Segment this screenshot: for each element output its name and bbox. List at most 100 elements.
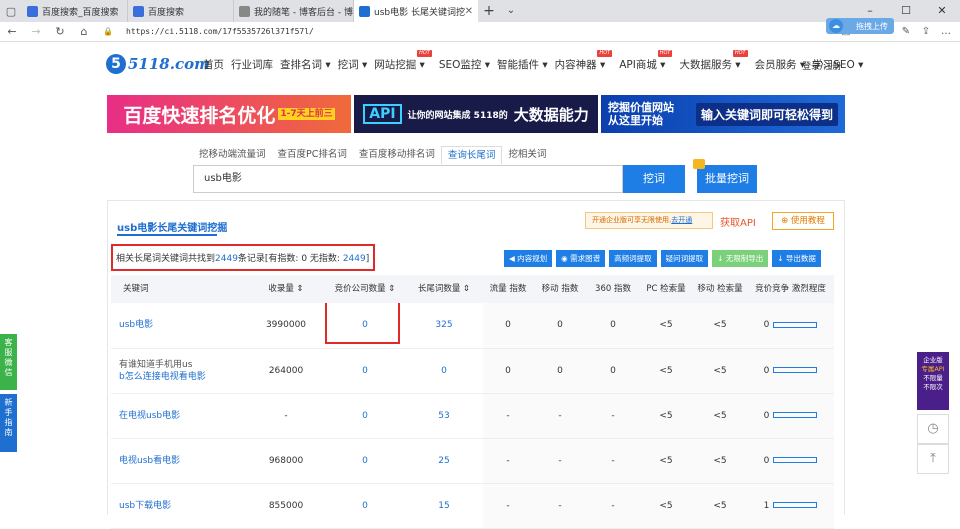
hf-word-button[interactable]: 高频词提取 xyxy=(609,250,657,267)
mob-cell: <5 xyxy=(693,483,747,529)
s360-cell: 0 xyxy=(587,348,639,394)
enterprise-sub-label: 不限量 不限次 xyxy=(923,374,943,391)
bid-cell[interactable]: 0 xyxy=(325,348,405,394)
tab-related[interactable]: 挖相关词 xyxy=(502,146,552,164)
longtail-cell[interactable]: 325 xyxy=(405,303,483,349)
competition-bar xyxy=(773,321,818,328)
history-icon[interactable]: ◷ xyxy=(917,414,949,444)
s360-cell: - xyxy=(587,393,639,439)
col-bid-companies[interactable]: 竞价公司数量 ⇕ xyxy=(325,275,405,303)
col-longtail[interactable]: 长尾词数量 ⇕ xyxy=(405,275,483,303)
browser-tab[interactable]: 百度搜索_百度搜索 xyxy=(22,0,128,22)
col-keyword: 关键词 xyxy=(111,275,247,303)
batch-dig-button[interactable]: 批量挖词 xyxy=(693,159,757,193)
window-menu-icon[interactable]: ▢ xyxy=(0,0,22,22)
longtail-cell[interactable]: 25 xyxy=(405,438,483,484)
pen-icon[interactable]: ✎ xyxy=(896,26,916,37)
demand-graph-button[interactable]: ◉ 需求图谱 xyxy=(556,250,606,267)
bid-cell[interactable]: 0 xyxy=(325,303,405,349)
tab-pc-rank[interactable]: 查百度PC排名词 xyxy=(272,146,353,164)
enterprise-promo: 开通企业版可享无限使用,去开通 xyxy=(585,212,713,229)
competition-bar xyxy=(773,367,818,373)
more-icon[interactable]: … xyxy=(936,26,956,37)
banner-rank[interactable]: 百度快速排名优化 1-7天上前三 xyxy=(107,95,351,133)
menu-item[interactable]: SEO监控 ▾ xyxy=(439,57,490,72)
banner-mining[interactable]: 挖掘价值网站 从这里开始 输入关键词即可轻松得到 xyxy=(601,95,845,133)
banner-api-text: 让你的网站集成 5118的 xyxy=(407,110,508,121)
hot-badge: HOT xyxy=(732,50,748,57)
action-buttons: ◀ 内容规划 ◉ 需求图谱 高频词提取 疑问词提取 ↓ 无限制导出 ↓ 导出数据 xyxy=(504,250,825,267)
menu-item-hot[interactable]: API商城 ▾ HOT xyxy=(619,50,673,72)
card-title-underline xyxy=(117,234,217,236)
content-plan-button[interactable]: ◀ 内容规划 xyxy=(504,250,553,267)
s360-cell: 0 xyxy=(587,303,639,349)
keyword-link[interactable]: usb电影 xyxy=(111,303,247,349)
included-cell: 264000 xyxy=(247,348,325,394)
bid-cell[interactable]: 0 xyxy=(325,438,405,484)
tutorial-button[interactable]: ⊕ 使用教程 xyxy=(772,212,834,230)
included-cell: 855000 xyxy=(247,483,325,529)
competition-value: 0 xyxy=(763,365,770,376)
site-logo[interactable]: 5 5118.com xyxy=(106,54,210,74)
keyword-link[interactable]: 电视usb看电影 xyxy=(111,438,247,484)
banner-api[interactable]: API 让你的网站集成 5118的 大数据能力 xyxy=(354,95,598,133)
mob-cell: <5 xyxy=(693,438,747,484)
menu-item[interactable]: 首页 xyxy=(203,57,224,72)
close-window-icon[interactable]: ✕ xyxy=(924,0,960,22)
tab-mobile-rank[interactable]: 查百度移动排名词 xyxy=(353,146,441,164)
included-cell: - xyxy=(247,393,325,439)
tab-longtail[interactable]: 查询长尾词 xyxy=(440,146,503,164)
beginner-guide-tab[interactable]: 新手指南 xyxy=(0,394,17,452)
pc-cell: <5 xyxy=(639,348,693,394)
menu-item[interactable]: 挖词 ▾ xyxy=(338,57,368,72)
longtail-cell[interactable]: 15 xyxy=(405,483,483,529)
tab-favicon xyxy=(133,5,144,17)
dig-button[interactable]: 挖词 xyxy=(623,165,685,193)
menu-item[interactable]: 查排名词 ▾ xyxy=(280,57,331,72)
url-field[interactable]: https://ci.5118.com/17f5535726l371f57l/ xyxy=(120,24,816,40)
tab-list-icon[interactable]: ⌄ xyxy=(500,0,522,22)
login-link[interactable]: 登录/注册 xyxy=(802,59,841,72)
keyword-link[interactable]: 有谁知道手机用us b怎么连接电视看电影 xyxy=(111,348,247,394)
longtail-cell[interactable]: 53 xyxy=(405,393,483,439)
keyword-link[interactable]: 在电视usb电影 xyxy=(111,393,247,439)
tab-mobile-traffic[interactable]: 挖移动端流量词 xyxy=(193,146,272,164)
unlimited-export-button[interactable]: ↓ 无限制导出 xyxy=(712,250,769,267)
keyword-line1: 有谁知道手机用us xyxy=(119,359,193,370)
share-icon[interactable]: ⇪ xyxy=(916,26,936,37)
hot-badge: HOT xyxy=(597,50,613,57)
customer-wechat-tab[interactable]: 客服微信 xyxy=(0,334,17,390)
browser-tab-active[interactable]: usb电影 长尾关键词挖掘 ✕ xyxy=(354,0,478,22)
browser-tab[interactable]: 百度搜索 xyxy=(128,0,234,22)
get-api-link[interactable]: 获取API xyxy=(720,214,756,229)
menu-item-hot[interactable]: 网站挖掘 ▾ HOT xyxy=(374,50,432,72)
search-icon[interactable]: ⌕ xyxy=(786,58,792,72)
menu-item-hot[interactable]: 内容神器 ▾ HOT xyxy=(555,50,613,72)
back-icon[interactable]: ← xyxy=(0,25,24,38)
keyword-input[interactable]: usb电影 xyxy=(193,165,623,193)
menu-item-hot[interactable]: 大数据服务 ▾ HOT xyxy=(679,50,748,72)
col-included[interactable]: 收录量 ⇕ xyxy=(247,275,325,303)
browser-tab[interactable]: 我的随笔 - 博客后台 - 博客 xyxy=(234,0,354,22)
back-to-top-icon[interactable]: ⤒ xyxy=(917,444,949,474)
menu-item[interactable]: 智能插件 ▾ xyxy=(497,57,548,72)
table-row: usb电影 3990000 0 325 0 0 0 <5 <5 0 xyxy=(111,303,834,349)
menu-item[interactable]: 行业词库 xyxy=(231,57,273,72)
close-tab-icon[interactable]: ✕ xyxy=(465,6,473,17)
question-word-button[interactable]: 疑问词提取 xyxy=(660,250,709,267)
col-competition: 竞价竞争 激烈程度 xyxy=(747,275,834,303)
cloud-upload-button[interactable]: ☁ 拖拽上传 xyxy=(826,18,894,34)
new-tab-icon[interactable]: + xyxy=(478,0,500,22)
bid-cell[interactable]: 0 xyxy=(325,483,405,529)
competition-bar xyxy=(773,502,818,508)
enterprise-api-promo[interactable]: 企业版 专属API 不限量 不限次 xyxy=(917,352,949,410)
forward-icon[interactable]: → xyxy=(24,25,48,38)
bid-cell[interactable]: 0 xyxy=(325,393,405,439)
longtail-cell[interactable]: 0 xyxy=(405,348,483,394)
home-icon[interactable]: ⌂ xyxy=(72,25,96,38)
refresh-icon[interactable]: ↻ xyxy=(48,25,72,38)
export-data-button[interactable]: ↓ 导出数据 xyxy=(772,250,821,267)
competition-value: 0 xyxy=(763,455,770,466)
keyword-link[interactable]: usb下载电影 xyxy=(111,483,247,529)
promo-link[interactable]: 去开通 xyxy=(671,216,692,224)
